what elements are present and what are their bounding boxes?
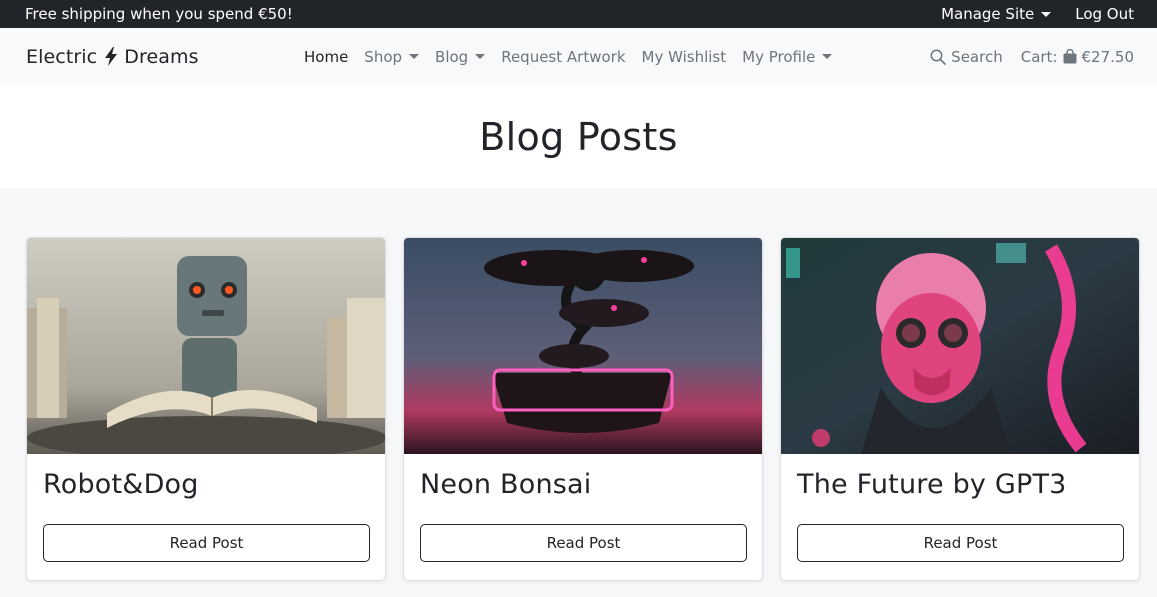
chevron-down-icon	[475, 54, 486, 59]
nav-home-link[interactable]: Home	[304, 48, 348, 66]
manage-site-label: Manage Site	[941, 5, 1035, 23]
chevron-down-icon	[822, 54, 833, 59]
nav-blog-dropdown[interactable]: Blog	[435, 47, 486, 66]
nav-profile-dropdown[interactable]: My Profile	[742, 47, 833, 66]
page-title: Blog Posts	[479, 114, 678, 159]
blog-post-list: Robot&Dog Read Post Neon Bonsai Read Pos…	[26, 237, 1140, 581]
nav-request-artwork-link[interactable]: Request Artwork	[501, 48, 625, 66]
nav-shop-label: Shop	[364, 47, 403, 66]
search-link[interactable]: Search	[930, 48, 1003, 66]
nav-links: Home Shop Blog Request Artwork My Wishli…	[304, 28, 833, 85]
read-post-button[interactable]: Read Post	[43, 524, 370, 562]
top-promo-bar: Free shipping when you spend €50! Manage…	[0, 0, 1157, 28]
read-post-button[interactable]: Read Post	[797, 524, 1124, 562]
nav-profile-label: My Profile	[742, 47, 816, 66]
cart-total: €27.50	[1081, 47, 1135, 66]
chevron-down-icon	[409, 54, 420, 59]
topbar-actions: Manage Site Log Out	[941, 5, 1134, 23]
search-icon	[930, 49, 946, 65]
shopping-bag-icon	[1063, 49, 1077, 64]
page-header: Blog Posts	[0, 85, 1157, 188]
blog-post-card: Robot&Dog Read Post	[26, 237, 386, 581]
search-label: Search	[951, 47, 1003, 66]
brand-text-left: Electric	[26, 45, 98, 68]
cart-link[interactable]: Cart: €27.50	[1021, 48, 1134, 66]
neon-bonsai-image[interactable]	[404, 238, 762, 454]
manage-site-dropdown[interactable]: Manage Site	[941, 5, 1052, 23]
robot-reading-book-image[interactable]	[27, 238, 385, 454]
promo-text: Free shipping when you spend €50!	[25, 5, 293, 23]
nav-wishlist-link[interactable]: My Wishlist	[642, 48, 727, 66]
read-post-button[interactable]: Read Post	[420, 524, 747, 562]
log-out-link[interactable]: Log Out	[1075, 5, 1134, 23]
lightning-bolt-icon	[104, 47, 118, 66]
post-title[interactable]: Robot&Dog	[43, 469, 369, 500]
brand-logo[interactable]: Electric Dreams	[26, 46, 199, 68]
nav-right-actions: Search Cart: €27.50	[930, 48, 1134, 66]
main-navbar: Electric Dreams Home Shop Blog Request A…	[0, 28, 1157, 85]
blog-post-card: Neon Bonsai Read Post	[403, 237, 763, 581]
post-title[interactable]: Neon Bonsai	[420, 469, 746, 500]
post-title[interactable]: The Future by GPT3	[797, 469, 1123, 500]
cyberpunk-mask-image[interactable]	[781, 238, 1139, 454]
chevron-down-icon	[1041, 11, 1052, 17]
nav-blog-label: Blog	[435, 47, 469, 66]
nav-shop-dropdown[interactable]: Shop	[364, 47, 420, 66]
cart-label: Cart:	[1020, 47, 1058, 66]
brand-text-right: Dreams	[124, 45, 199, 68]
blog-post-card: The Future by GPT3 Read Post	[780, 237, 1140, 581]
